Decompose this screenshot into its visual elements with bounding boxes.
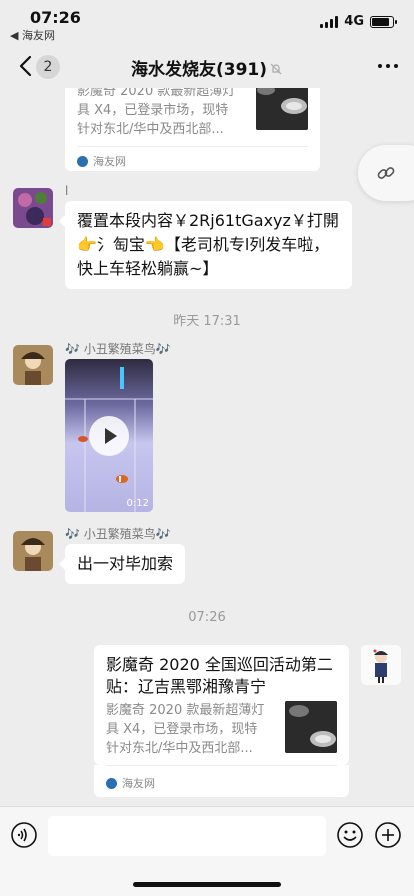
more-options-icon[interactable] [378, 56, 398, 68]
link-icon [377, 167, 395, 179]
voice-input-icon[interactable] [10, 821, 38, 849]
video-duration: 0:12 [126, 498, 149, 509]
card-desc-line: 影魔奇 2020 款最新超薄灯 [106, 703, 265, 718]
back-to-app-link[interactable]: ◀ 海友网 [10, 27, 55, 43]
card-source: 海友网 [77, 153, 126, 169]
message-text: 出一对毕加索 [77, 554, 174, 573]
card-divider [106, 765, 337, 766]
plus-icon[interactable] [374, 821, 402, 849]
status-time: 07:26 [30, 8, 81, 27]
card-desc-line: 针对东北/华中及西北部... [77, 122, 224, 137]
home-indicator[interactable] [133, 882, 281, 887]
floating-link-button[interactable] [358, 145, 414, 201]
muted-bell-icon [270, 63, 282, 75]
link-card-outgoing[interactable]: 影魔奇 2020 全国巡回活动第二贴：辽吉黑鄂湘豫青宁 影魔奇 2020 款最新… [94, 645, 349, 765]
source-logo-icon [106, 777, 117, 789]
timestamp: 07:26 [188, 610, 226, 625]
sender-name: 🎶 小丑繁殖菜鸟🎶 [65, 527, 171, 541]
card-source-name: 海友网 [122, 777, 155, 790]
card-desc-line: 影魔奇 2020 款最新超薄灯 [77, 88, 236, 99]
signal-icon [320, 15, 339, 28]
video-message[interactable]: 0:12 [65, 359, 153, 512]
card-footer: 海友网 [94, 765, 349, 797]
card-title: 影魔奇 2020 全国巡回活动第二贴：辽吉黑鄂湘豫青宁 [106, 655, 333, 696]
status-bar: 07:26 ◀ 海友网 4G [0, 0, 414, 44]
card-desc-line: 具 X4，已登录市场，现特 [106, 722, 258, 737]
avatar[interactable] [13, 531, 53, 571]
chat-title: 海水发烧友(391) [0, 55, 414, 80]
sender-name: l [65, 184, 69, 198]
my-avatar[interactable] [361, 645, 401, 685]
message-input[interactable] [48, 816, 326, 856]
emoji-icon[interactable] [336, 821, 364, 849]
avatar[interactable] [13, 345, 53, 385]
avatar[interactable] [13, 188, 53, 228]
card-source: 海友网 [106, 775, 155, 791]
card-divider [77, 146, 308, 147]
card-thumbnail [285, 701, 337, 753]
source-logo-icon [77, 155, 88, 167]
chat-header: 2 海水发烧友(391) [0, 44, 414, 88]
play-icon[interactable] [89, 416, 129, 456]
network-type: 4G [344, 14, 364, 29]
message-bubble[interactable]: 出一对毕加索 [58, 544, 186, 584]
sender-name: 🎶 小丑繁殖菜鸟🎶 [65, 342, 171, 356]
card-desc-line: 针对东北/华中及西北部... [106, 741, 253, 756]
message-text: 覆置本段内容￥2Rj61tGaxyz￥打開👉氵匋宝👈【老司机专l列发车啦，快上车… [77, 211, 339, 278]
status-indicators: 4G [320, 14, 397, 29]
card-thumbnail [256, 88, 308, 130]
timestamp: 昨天 17:31 [173, 314, 241, 329]
chat-title-text: 海水发烧友(391) [130, 60, 268, 80]
message-bubble[interactable]: 覆置本段内容￥2Rj61tGaxyz￥打開👉氵匋宝👈【老司机专l列发车啦，快上车… [59, 201, 352, 289]
card-desc-line: 具 X4，已登录市场，现特 [77, 103, 229, 118]
chat-area: 影魔奇 2020 款最新超薄灯 具 X4，已登录市场，现特 针对东北/华中及西北… [0, 88, 414, 806]
link-card-top[interactable]: 影魔奇 2020 款最新超薄灯 具 X4，已登录市场，现特 针对东北/华中及西北… [65, 88, 320, 171]
card-source-name: 海友网 [93, 155, 126, 168]
battery-icon [370, 15, 397, 28]
